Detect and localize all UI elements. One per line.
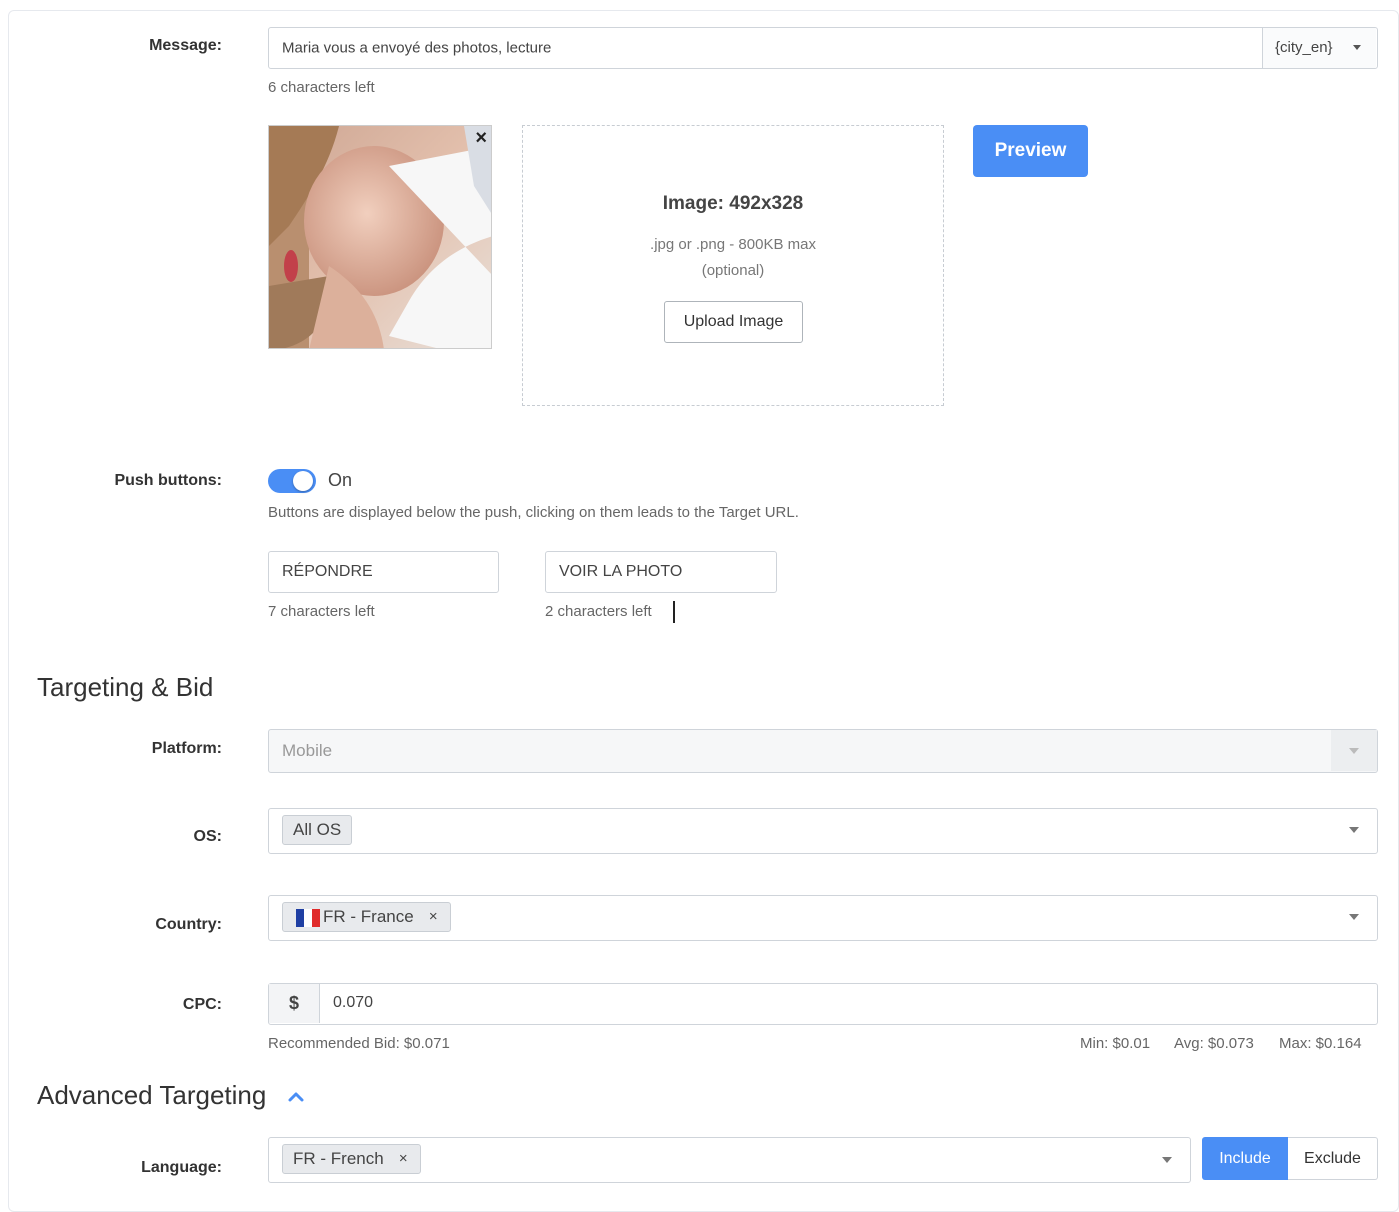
chevron-down-icon bbox=[1349, 748, 1359, 754]
chevron-down-icon bbox=[1353, 45, 1361, 50]
chevron-down-icon bbox=[1162, 1157, 1172, 1163]
message-input[interactable]: Maria vous a envoyé des photos, lecture bbox=[268, 27, 1378, 69]
platform-label: Platform: bbox=[151, 740, 222, 757]
include-button[interactable]: Include bbox=[1202, 1137, 1288, 1180]
targeting-section-title: Targeting & Bid bbox=[37, 672, 214, 702]
chevron-down-icon bbox=[1349, 914, 1359, 920]
message-chars-left: 6 characters left bbox=[268, 79, 375, 96]
image-format-text: .jpg or .png - 800KB max bbox=[650, 236, 816, 253]
message-input-value: Maria vous a envoyé des photos, lecture bbox=[282, 39, 552, 57]
push-button-2-value: VOIR LA PHOTO bbox=[559, 563, 683, 580]
message-label: Message: bbox=[149, 37, 222, 54]
image-dimension-text: Image: 492x328 bbox=[662, 193, 804, 214]
push-button-1-input[interactable]: RÉPONDRE bbox=[268, 551, 499, 593]
push-button-1-value: RÉPONDRE bbox=[282, 563, 373, 580]
chevron-down-icon bbox=[1349, 827, 1359, 833]
push-button-2-chars-left: 2 characters left bbox=[545, 603, 652, 620]
currency-addon: $ bbox=[269, 984, 320, 1023]
country-tag-label: FR - France bbox=[323, 907, 414, 926]
max-bid-text: Max: $0.164 bbox=[1279, 1035, 1362, 1052]
country-tag: FR - France × bbox=[282, 902, 451, 932]
advanced-targeting-title[interactable]: Advanced Targeting bbox=[37, 1080, 266, 1111]
image-dropzone[interactable]: Image: 492x328 .jpg or .png - 800KB max … bbox=[522, 125, 944, 406]
toggle-knob bbox=[293, 471, 313, 491]
cpc-label: CPC: bbox=[182, 996, 222, 1013]
avg-bid-text: Avg: $0.073 bbox=[1174, 1035, 1254, 1052]
cpc-input-group[interactable]: $ 0.070 bbox=[268, 983, 1378, 1025]
language-label: Language: bbox=[141, 1159, 222, 1176]
exclude-button[interactable]: Exclude bbox=[1288, 1137, 1378, 1180]
preview-button[interactable]: Preview bbox=[973, 125, 1088, 177]
push-button-1-chars-left: 7 characters left bbox=[268, 603, 375, 620]
country-tag-remove-icon[interactable]: × bbox=[429, 903, 438, 931]
os-label: OS: bbox=[193, 828, 222, 845]
macro-dropdown-label: {city_en} bbox=[1275, 39, 1333, 56]
image-optional-text: (optional) bbox=[701, 262, 765, 279]
flag-france-icon bbox=[296, 909, 320, 927]
text-cursor bbox=[673, 601, 675, 623]
push-buttons-toggle[interactable] bbox=[268, 469, 316, 493]
min-bid-text: Min: $0.01 bbox=[1080, 1035, 1151, 1052]
toggle-state-label: On bbox=[328, 470, 353, 490]
platform-caret-box bbox=[1331, 730, 1377, 771]
close-icon[interactable]: × bbox=[475, 128, 487, 148]
os-select[interactable]: All OS bbox=[268, 808, 1378, 854]
recommended-bid-text: Recommended Bid: $0.071 bbox=[268, 1035, 450, 1052]
cpc-value: 0.070 bbox=[333, 994, 374, 1011]
push-button-2-input[interactable]: VOIR LA PHOTO bbox=[545, 551, 777, 593]
push-buttons-label: Push buttons: bbox=[114, 472, 222, 489]
language-tag-label: FR - French bbox=[293, 1149, 384, 1168]
upload-image-button[interactable]: Upload Image bbox=[664, 301, 803, 343]
push-buttons-description: Buttons are displayed below the push, cl… bbox=[268, 504, 799, 521]
language-tag: FR - French × bbox=[282, 1144, 421, 1174]
image-thumbnail: × bbox=[268, 125, 492, 349]
os-tag: All OS bbox=[282, 815, 353, 845]
photo-preview-image bbox=[269, 126, 491, 348]
language-tag-remove-icon[interactable]: × bbox=[399, 1145, 408, 1173]
chevron-up-icon[interactable] bbox=[287, 1089, 305, 1103]
macro-dropdown[interactable]: {city_en} bbox=[1262, 28, 1376, 68]
country-select[interactable]: FR - France × bbox=[268, 895, 1378, 941]
country-label: Country: bbox=[155, 916, 222, 933]
platform-select[interactable]: Mobile bbox=[268, 729, 1378, 773]
platform-value: Mobile bbox=[282, 741, 333, 760]
language-select[interactable]: FR - French × bbox=[268, 1137, 1191, 1183]
